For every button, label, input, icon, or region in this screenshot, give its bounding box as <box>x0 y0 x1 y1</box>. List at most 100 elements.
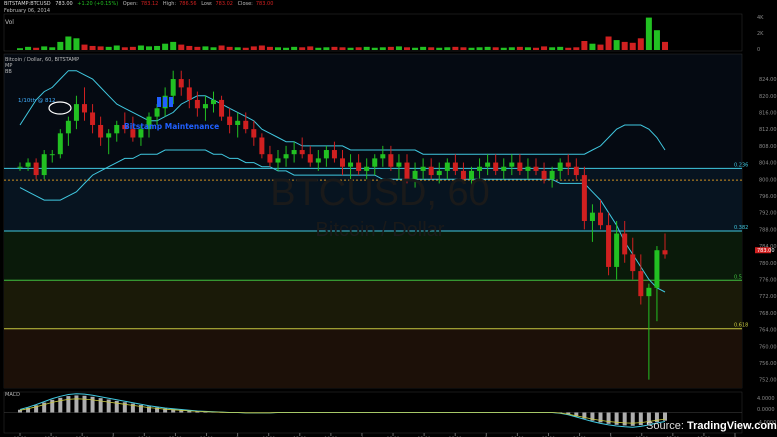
candle-body <box>485 162 491 167</box>
volume-bar <box>476 47 483 50</box>
candle-body <box>581 175 587 221</box>
candle-body <box>65 120 71 134</box>
candle-body <box>186 87 192 100</box>
candle-body <box>517 162 523 171</box>
volume-bar <box>589 43 596 50</box>
candle-body <box>541 170 547 180</box>
volume-bar <box>557 46 564 50</box>
volume-tick-label: 2K <box>757 31 764 37</box>
volume-bar <box>323 47 330 50</box>
price-tick-label: 772.00 <box>759 294 777 300</box>
volume-bar <box>186 45 193 50</box>
candle-body <box>622 233 628 255</box>
watermark-title: BTCUSD, 60 <box>270 172 490 214</box>
candle-body <box>477 166 483 171</box>
high-note-text: 1/10th @ 812 <box>18 98 56 104</box>
volume-tick-label: 0 <box>757 47 760 53</box>
volume-bar <box>468 47 475 50</box>
fib-label: 0.382 <box>734 225 748 231</box>
volume-bar <box>581 41 588 50</box>
macd-histogram-bar <box>606 412 611 424</box>
volume-bar <box>573 47 580 50</box>
volume-bar <box>436 47 443 50</box>
candle-body <box>348 162 354 167</box>
volume-bar <box>258 45 265 50</box>
volume-bar <box>420 46 427 50</box>
candle-body <box>283 154 289 159</box>
candle-body <box>49 154 55 156</box>
macd-histogram-bar <box>90 396 95 413</box>
candle-body <box>444 162 450 171</box>
volume-bar <box>73 38 80 50</box>
volume-bar <box>129 46 136 50</box>
volume-bar <box>565 47 572 50</box>
candle-body <box>356 162 362 171</box>
volume-bar <box>137 45 144 50</box>
macd-histogram-bar <box>98 398 103 413</box>
volume-bar <box>275 47 281 50</box>
candle-body <box>194 99 200 109</box>
volume-bar <box>541 46 548 50</box>
volume-bar <box>452 46 459 50</box>
volume-bar <box>621 41 628 50</box>
candle-body <box>364 166 370 171</box>
candle-body <box>614 233 620 267</box>
volume-bar <box>234 47 241 50</box>
source-prefix: Source: <box>646 420 684 432</box>
candle-body <box>396 162 402 167</box>
price-tick-label: 812.00 <box>759 127 777 133</box>
candle-body <box>549 170 555 180</box>
volume-bar <box>339 47 346 50</box>
volume-bar <box>25 46 32 50</box>
macd-histogram-bar <box>622 412 627 426</box>
source-brand: TradingView.com <box>686 420 777 432</box>
volume-bar <box>492 47 499 50</box>
chart-canvas[interactable]: 0.236 0.382 0.5 0.618 824.00 820.00 816.00 812… <box>0 0 777 437</box>
volume-bar <box>113 45 120 50</box>
volume-bar <box>202 46 209 50</box>
candle-body <box>243 120 249 130</box>
candle-body <box>178 79 184 88</box>
macd-histogram-bar <box>630 412 635 426</box>
price-tick-label: 764.00 <box>759 328 777 334</box>
candle-body <box>275 158 281 163</box>
candle-body <box>41 154 47 176</box>
price-tick-label: 780.00 <box>759 261 777 267</box>
macd-histogram-bar <box>638 412 643 426</box>
volume-bar <box>637 38 644 50</box>
price-tick-label: 804.00 <box>759 161 777 167</box>
candle-body <box>646 287 652 297</box>
volume-bar <box>444 47 451 50</box>
volume-bar <box>178 44 185 50</box>
candle-body <box>388 154 394 167</box>
candle-body <box>662 250 668 255</box>
candle-body <box>211 99 216 105</box>
volume-tick-label: 4K <box>757 15 764 21</box>
price-tick-label: 792.00 <box>759 211 777 217</box>
price-tick-label: 752.00 <box>759 378 777 384</box>
macd-histogram-bar <box>82 395 87 413</box>
candle-body <box>259 137 265 155</box>
volume-bar <box>33 47 40 50</box>
price-tick-label: 788.00 <box>759 227 777 233</box>
macd-pane-label: MACD <box>5 392 20 398</box>
maintenance-text: Bitstamp Maintenance <box>124 122 219 131</box>
volume-bar <box>146 46 152 50</box>
candle-body <box>452 162 458 171</box>
volume-bar <box>387 46 394 50</box>
volume-bar <box>299 47 306 50</box>
volume-bar <box>645 17 652 51</box>
volume-bar <box>162 43 169 50</box>
volume-bar <box>65 36 72 50</box>
candle-body <box>589 212 595 221</box>
volume-bar <box>41 46 48 50</box>
volume-bar <box>242 47 249 50</box>
volume-bar <box>226 46 233 50</box>
price-tick-label: 756.00 <box>759 361 777 367</box>
fib-zone <box>4 328 742 388</box>
candle-body <box>557 162 563 171</box>
volume-bar <box>266 46 273 50</box>
volume-bar <box>170 41 177 50</box>
price-tick-label: 820.00 <box>759 94 777 100</box>
candle-body <box>315 158 321 163</box>
